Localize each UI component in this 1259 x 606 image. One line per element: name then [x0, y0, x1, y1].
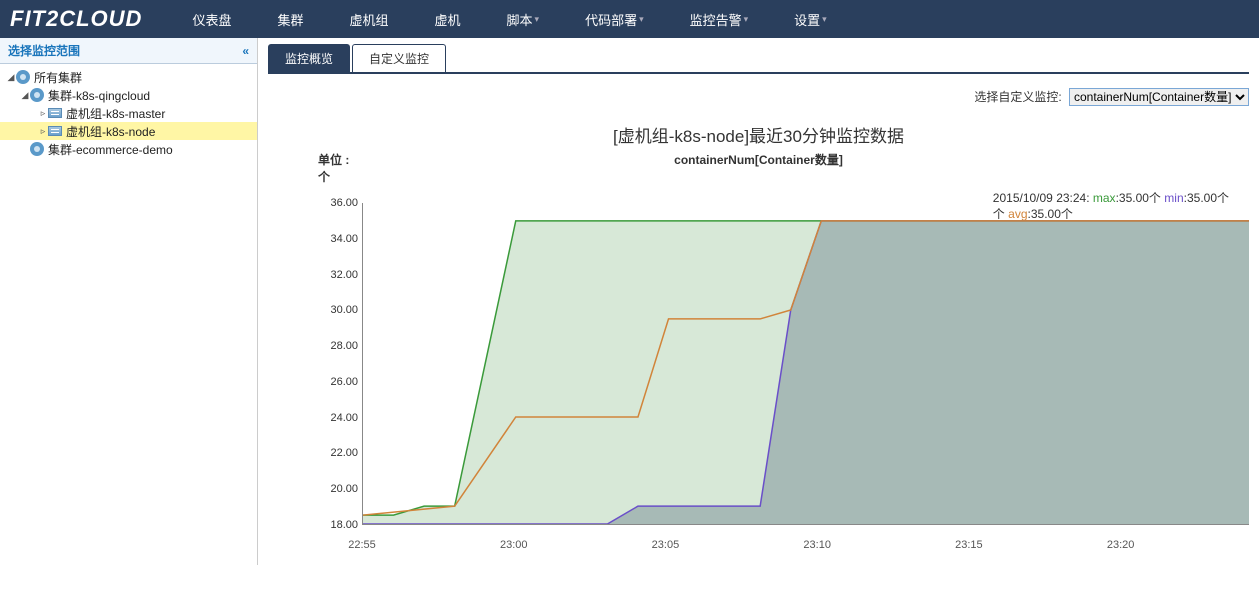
scope-tree: ◢ 所有集群 ◢ 集群-k8s-qingcloud ▹ 虚机组-k8s-mast… — [0, 64, 257, 162]
x-tick: 23:05 — [652, 539, 680, 551]
cluster-icon — [30, 88, 44, 102]
y-tick: 32.00 — [318, 269, 358, 281]
x-tick: 23:00 — [500, 539, 528, 551]
tree-label: 虚机组-k8s-master — [66, 105, 165, 122]
metric-selector-row: 选择自定义监控: containerNum[Container数量] — [268, 84, 1249, 116]
spacer-icon — [20, 144, 30, 154]
tab-custom[interactable]: 自定义监控 — [352, 44, 446, 72]
cluster-icon — [30, 142, 44, 156]
main-panel: 监控概览 自定义监控 选择自定义监控: containerNum[Contain… — [258, 38, 1259, 565]
chevron-down-icon: ▾ — [744, 14, 749, 25]
tree-label: 集群-k8s-qingcloud — [48, 87, 150, 104]
group-icon — [48, 126, 62, 136]
metric-selector-label: 选择自定义监控: — [974, 90, 1061, 104]
brand-logo: FIT2CLOUD — [10, 6, 142, 32]
x-tick: 23:20 — [1107, 539, 1135, 551]
tab-bar: 监控概览 自定义监控 — [268, 44, 1249, 74]
x-tick: 23:15 — [955, 539, 983, 551]
chevron-down-icon: ▾ — [639, 14, 644, 25]
expand-icon[interactable]: ◢ — [6, 72, 16, 83]
y-tick: 26.00 — [318, 376, 358, 388]
top-nav: FIT2CLOUD 仪表盘集群虚机组虚机脚本▾ 代码部署▾ 监控告警▾ 设置▾ — [0, 0, 1259, 38]
sidebar-title: 选择监控范围 — [8, 42, 80, 59]
chart-area: 2015/10/09 23:24: max:35.00个 min:35.00个 … — [318, 185, 1249, 555]
collapse-icon[interactable]: « — [242, 44, 249, 58]
sidebar-header: 选择监控范围 « — [0, 38, 257, 64]
tree-label: 虚机组-k8s-node — [66, 123, 155, 140]
tab-overview[interactable]: 监控概览 — [268, 44, 350, 72]
y-tick: 36.00 — [318, 197, 358, 209]
group-icon — [48, 108, 62, 118]
chart-svg — [363, 203, 1249, 524]
tree-node-group-k8s-master[interactable]: ▹ 虚机组-k8s-master — [0, 104, 257, 122]
chart-plot[interactable]: 18.00 20.00 22.00 24.00 26.00 28.00 30.00 32.00… — [318, 185, 1249, 555]
chart-series-label: containerNum[Container数量] — [358, 151, 1159, 185]
x-tick: 22:55 — [348, 539, 376, 551]
chevron-down-icon: ▾ — [535, 14, 540, 25]
y-tick: 24.00 — [318, 412, 358, 424]
nav-监控告警[interactable]: 监控告警▾ — [670, 10, 769, 29]
chevron-down-icon: ▾ — [822, 14, 827, 25]
y-tick: 22.00 — [318, 447, 358, 459]
nav-脚本[interactable]: 脚本▾ — [487, 10, 560, 29]
metric-selector[interactable]: containerNum[Container数量] — [1069, 88, 1249, 106]
nav-代码部署[interactable]: 代码部署▾ — [565, 10, 664, 29]
y-tick: 20.00 — [318, 483, 358, 495]
expand-icon[interactable]: ▹ — [38, 126, 48, 137]
cluster-icon — [16, 70, 30, 84]
chart-unit-label: 单位 : 个 — [268, 151, 358, 185]
y-tick: 28.00 — [318, 340, 358, 352]
tree-node-cluster-ecommerce-demo[interactable]: 集群-ecommerce-demo — [0, 140, 257, 158]
chart-title: [虚机组-k8s-node]最近30分钟监控数据 — [268, 116, 1249, 151]
sidebar: 选择监控范围 « ◢ 所有集群 ◢ 集群-k8s-qingcloud ▹ 虚机组… — [0, 38, 258, 565]
x-tick: 23:10 — [803, 539, 831, 551]
tree-label: 所有集群 — [34, 69, 82, 86]
tree-label: 集群-ecommerce-demo — [48, 141, 173, 158]
nav-虚机[interactable]: 虚机 — [415, 10, 481, 29]
tree-node-group-k8s-node[interactable]: ▹ 虚机组-k8s-node — [0, 122, 257, 140]
expand-icon[interactable]: ▹ — [38, 108, 48, 119]
tree-node-cluster-k8s-qingcloud[interactable]: ◢ 集群-k8s-qingcloud — [0, 86, 257, 104]
y-tick: 18.00 — [318, 519, 358, 531]
y-tick: 34.00 — [318, 233, 358, 245]
y-tick: 30.00 — [318, 304, 358, 316]
tree-node-root[interactable]: ◢ 所有集群 — [0, 68, 257, 86]
nav-虚机组[interactable]: 虚机组 — [329, 10, 408, 29]
expand-icon[interactable]: ◢ — [20, 90, 30, 101]
nav-仪表盘[interactable]: 仪表盘 — [172, 10, 251, 29]
nav-设置[interactable]: 设置▾ — [774, 10, 847, 29]
nav-集群[interactable]: 集群 — [257, 10, 323, 29]
